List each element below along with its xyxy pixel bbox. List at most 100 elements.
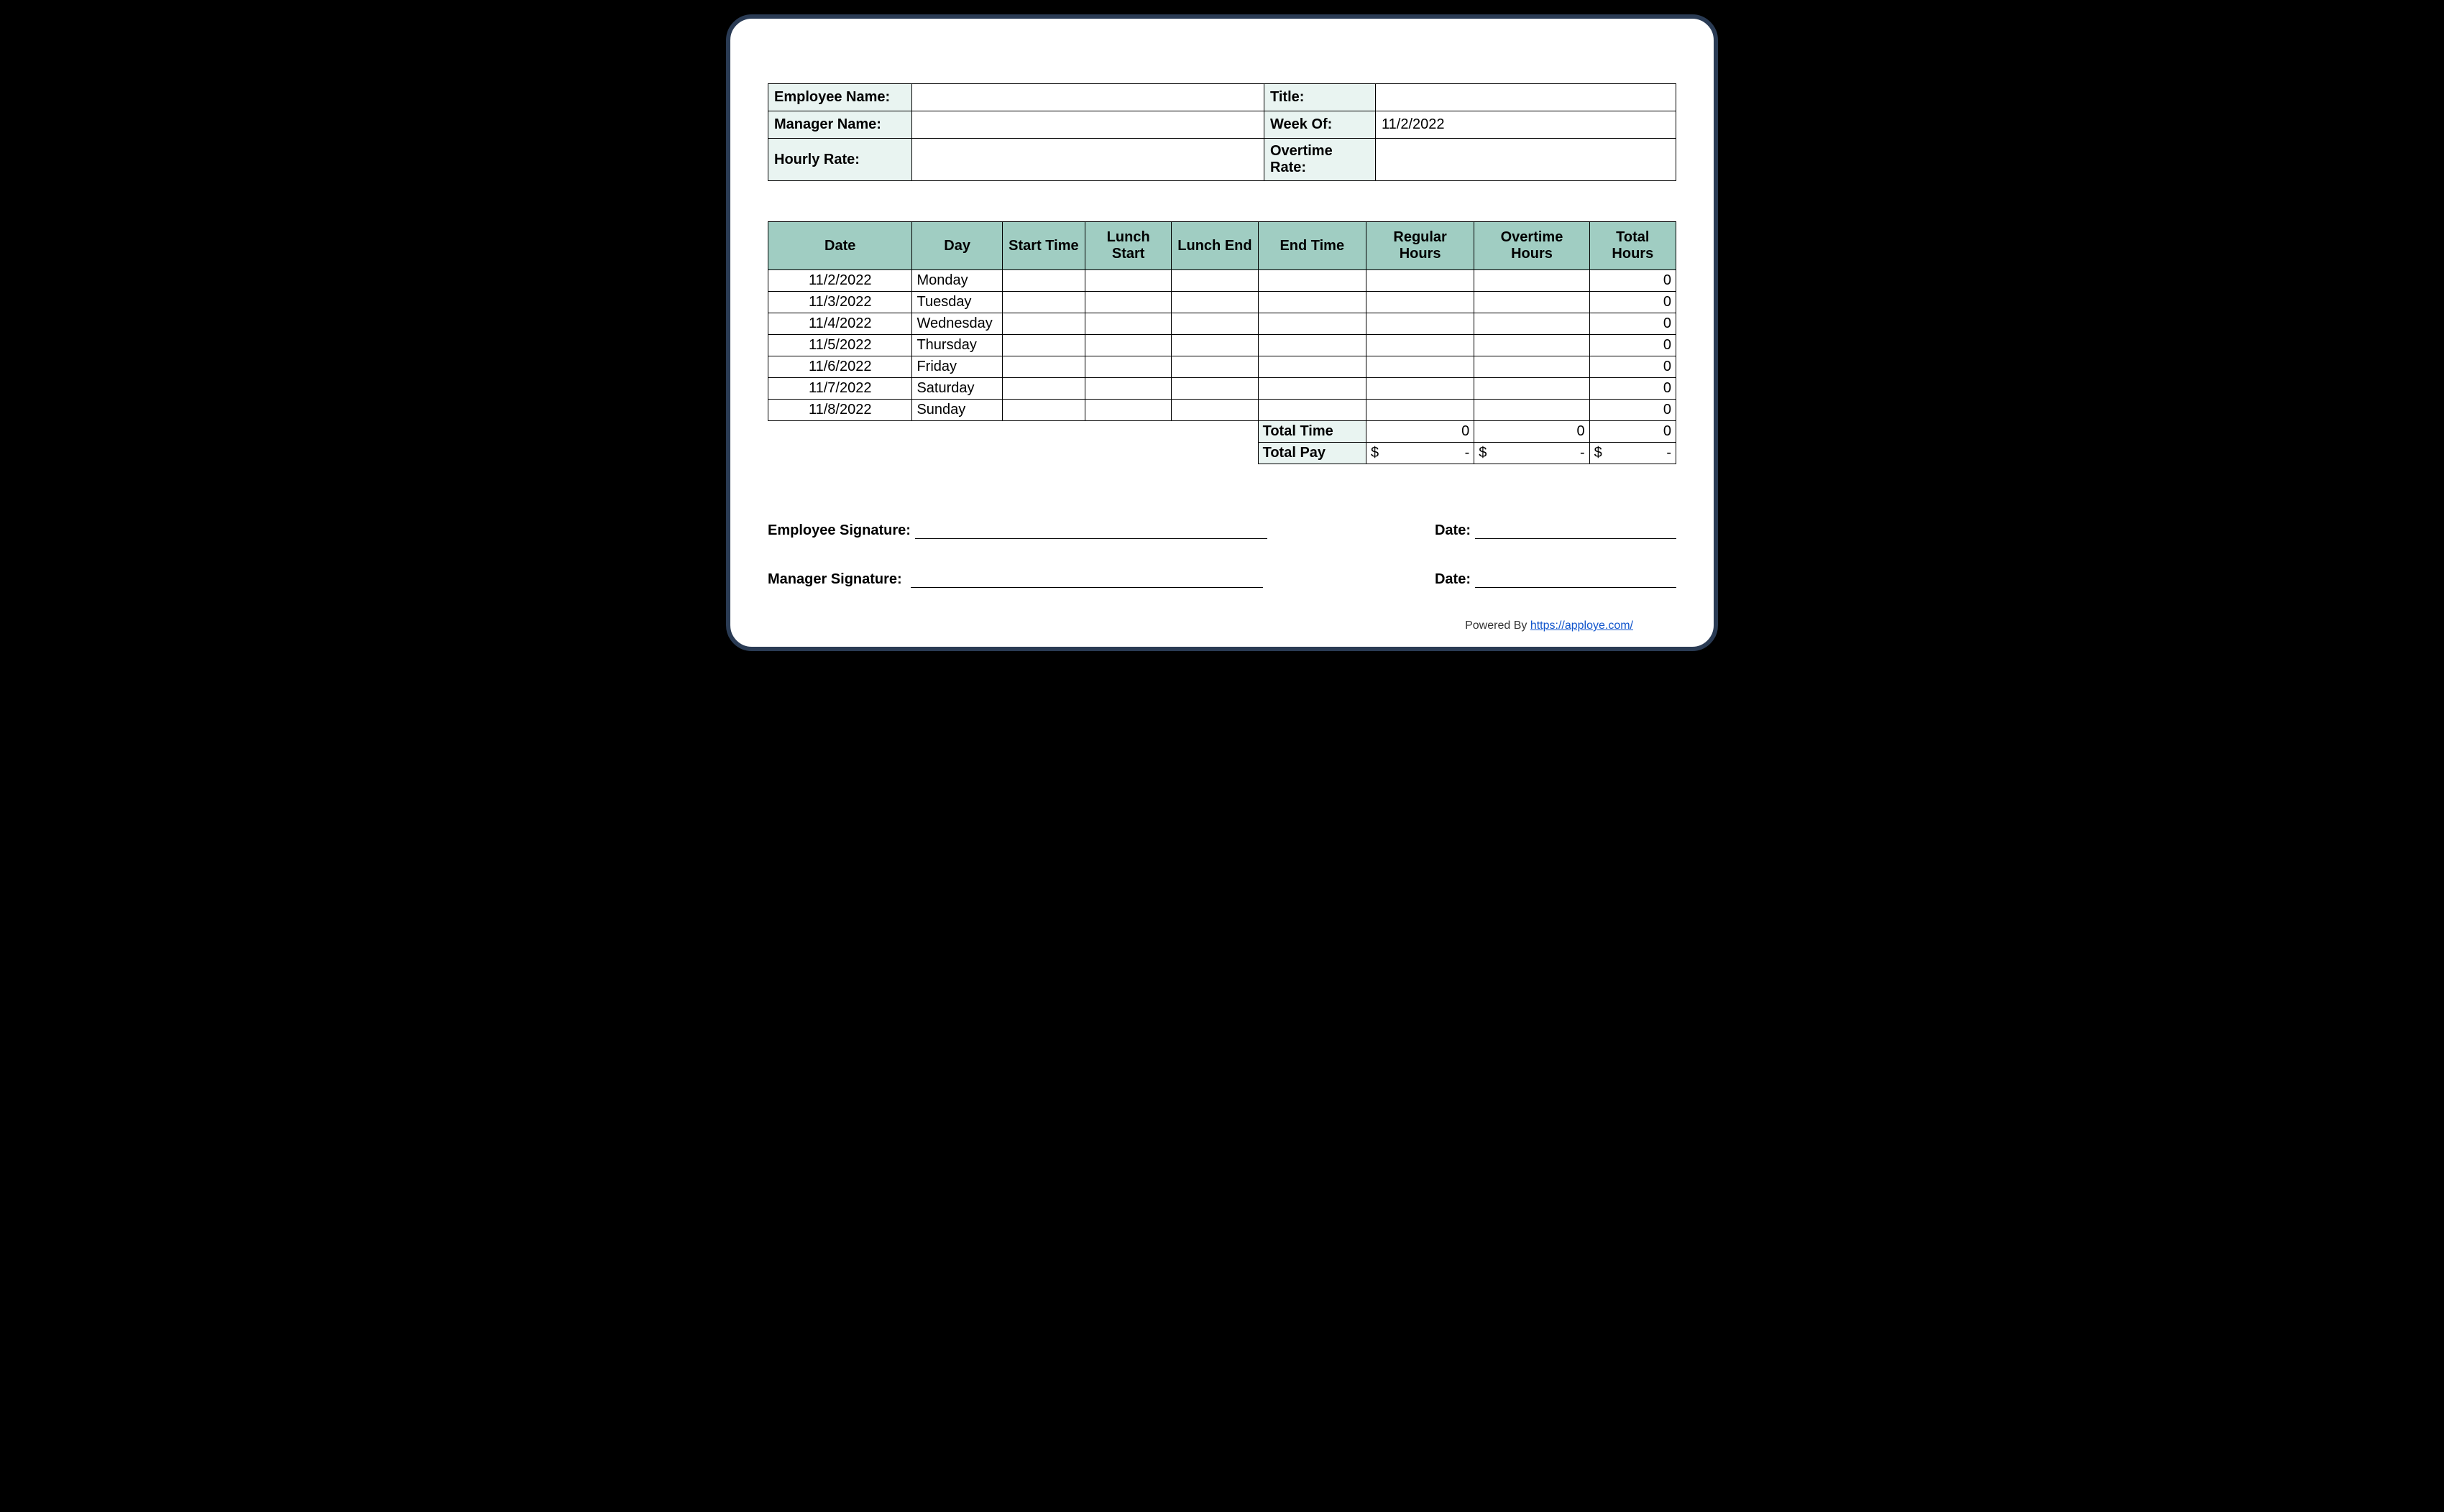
cell-day: Monday — [912, 270, 1002, 292]
cell-lunch-end[interactable] — [1172, 335, 1258, 356]
employee-date-line[interactable] — [1475, 522, 1676, 539]
hourly-rate-label: Hourly Rate: — [768, 139, 912, 181]
cell-date: 11/8/2022 — [768, 400, 912, 421]
header-day: Day — [912, 222, 1002, 270]
cell-overtime-hours[interactable] — [1474, 335, 1589, 356]
cell-lunch-end[interactable] — [1172, 313, 1258, 335]
cell-overtime-hours[interactable] — [1474, 270, 1589, 292]
currency-symbol: $ — [1594, 445, 1602, 461]
cell-date: 11/3/2022 — [768, 292, 912, 313]
header-start-time: Start Time — [1002, 222, 1085, 270]
cell-start-time[interactable] — [1002, 292, 1085, 313]
cell-regular-hours[interactable] — [1366, 400, 1474, 421]
total-time-row: Total Time 0 0 0 — [768, 421, 1676, 443]
total-pay-value: $- — [1589, 443, 1676, 464]
manager-signature-line[interactable] — [911, 571, 1263, 588]
cell-start-time[interactable] — [1002, 400, 1085, 421]
cell-overtime-hours[interactable] — [1474, 356, 1589, 378]
cell-start-time[interactable] — [1002, 313, 1085, 335]
cell-regular-hours[interactable] — [1366, 378, 1474, 400]
cell-date: 11/7/2022 — [768, 378, 912, 400]
powered-by-text: Powered By — [1465, 619, 1530, 632]
table-row: 11/3/2022Tuesday 0 — [768, 292, 1676, 313]
cell-regular-hours[interactable] — [1366, 356, 1474, 378]
pay-value: - — [1666, 445, 1671, 461]
cell-overtime-hours[interactable] — [1474, 313, 1589, 335]
cell-date: 11/6/2022 — [768, 356, 912, 378]
overtime-rate-value[interactable] — [1376, 139, 1676, 181]
cell-lunch-end[interactable] — [1172, 270, 1258, 292]
title-value[interactable] — [1376, 84, 1676, 111]
cell-day: Tuesday — [912, 292, 1002, 313]
info-row: Employee Name: Title: — [768, 84, 1676, 111]
header-lunch-end: Lunch End — [1172, 222, 1258, 270]
cell-lunch-start[interactable] — [1085, 335, 1172, 356]
header-row: Date Day Start Time Lunch Start Lunch En… — [768, 222, 1676, 270]
cell-end-time[interactable] — [1258, 335, 1366, 356]
info-table: Employee Name: Title: Manager Name: Week… — [768, 83, 1676, 181]
employee-signature-label: Employee Signature: — [768, 522, 911, 539]
cell-start-time[interactable] — [1002, 335, 1085, 356]
employee-signature-row: Employee Signature: Date: — [768, 522, 1676, 539]
table-row: 11/2/2022Monday0 — [768, 270, 1676, 292]
table-row: 11/4/2022Wednesday0 — [768, 313, 1676, 335]
cell-regular-hours[interactable] — [1366, 313, 1474, 335]
cell-regular-hours[interactable] — [1366, 270, 1474, 292]
cell-regular-hours[interactable] — [1366, 292, 1474, 313]
cell-lunch-start[interactable] — [1085, 292, 1172, 313]
signatures-section: Employee Signature: Date: Manager Signat… — [768, 522, 1676, 588]
header-overtime-hours: Overtime Hours — [1474, 222, 1589, 270]
cell-overtime-hours[interactable] — [1474, 400, 1589, 421]
manager-date-label: Date: — [1435, 571, 1471, 588]
cell-end-time[interactable] — [1258, 292, 1366, 313]
total-time-label: Total Time — [1258, 421, 1366, 443]
total-regular-time: 0 — [1366, 421, 1474, 443]
hourly-rate-value[interactable] — [912, 139, 1264, 181]
total-regular-pay: $- — [1366, 443, 1474, 464]
cell-overtime-hours[interactable] — [1474, 378, 1589, 400]
cell-lunch-start[interactable] — [1085, 400, 1172, 421]
cell-lunch-start[interactable] — [1085, 313, 1172, 335]
currency-symbol: $ — [1479, 445, 1487, 461]
employee-signature-line[interactable] — [915, 522, 1267, 539]
cell-regular-hours[interactable] — [1366, 335, 1474, 356]
cell-date: 11/5/2022 — [768, 335, 912, 356]
footer-link[interactable]: https://apploye.com/ — [1530, 619, 1633, 632]
cell-day: Saturday — [912, 378, 1002, 400]
cell-lunch-end[interactable] — [1172, 400, 1258, 421]
manager-signature-row: Manager Signature: Date: — [768, 571, 1676, 588]
cell-end-time[interactable] — [1258, 270, 1366, 292]
cell-start-time[interactable] — [1002, 378, 1085, 400]
employee-name-value[interactable] — [912, 84, 1264, 111]
cell-end-time[interactable] — [1258, 400, 1366, 421]
cell-lunch-start[interactable] — [1085, 378, 1172, 400]
cell-start-time[interactable] — [1002, 356, 1085, 378]
total-time-value: 0 — [1589, 421, 1676, 443]
cell-total-hours: 0 — [1589, 270, 1676, 292]
manager-signature-label: Manager Signature: — [768, 571, 902, 588]
cell-lunch-end[interactable] — [1172, 356, 1258, 378]
cell-lunch-end[interactable] — [1172, 292, 1258, 313]
pay-value: - — [1465, 445, 1470, 461]
cell-lunch-start[interactable] — [1085, 356, 1172, 378]
info-row: Manager Name: Week Of: 11/2/2022 — [768, 111, 1676, 139]
cell-total-hours: 0 — [1589, 313, 1676, 335]
cell-lunch-end[interactable] — [1172, 378, 1258, 400]
cell-total-hours: 0 — [1589, 356, 1676, 378]
cell-overtime-hours[interactable] — [1474, 292, 1589, 313]
manager-name-label: Manager Name: — [768, 111, 912, 139]
cell-end-time[interactable] — [1258, 356, 1366, 378]
manager-date-line[interactable] — [1475, 571, 1676, 588]
cell-start-time[interactable] — [1002, 270, 1085, 292]
header-date: Date — [768, 222, 912, 270]
cell-day: Sunday — [912, 400, 1002, 421]
cell-total-hours: 0 — [1589, 378, 1676, 400]
cell-end-time[interactable] — [1258, 378, 1366, 400]
week-of-value[interactable]: 11/2/2022 — [1376, 111, 1676, 139]
manager-name-value[interactable] — [912, 111, 1264, 139]
cell-end-time[interactable] — [1258, 313, 1366, 335]
cell-total-hours: 0 — [1589, 292, 1676, 313]
footer: Powered By https://apploye.com/ — [768, 619, 1676, 632]
cell-lunch-start[interactable] — [1085, 270, 1172, 292]
table-row: 11/6/2022Friday0 — [768, 356, 1676, 378]
